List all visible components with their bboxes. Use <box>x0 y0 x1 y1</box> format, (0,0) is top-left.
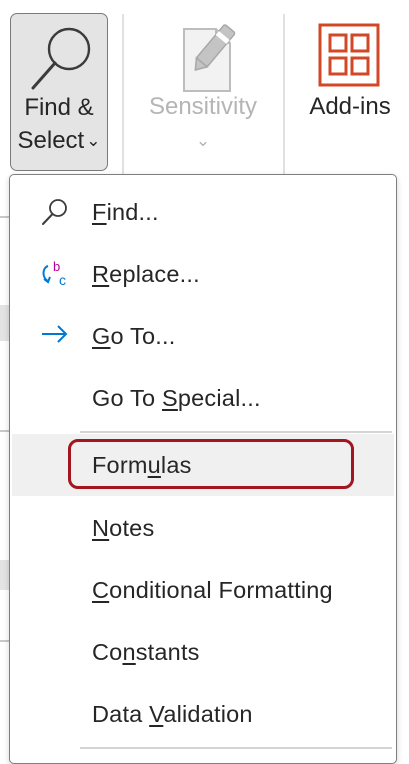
menu-item-label: Find... <box>92 199 159 225</box>
ribbon-editing-group: Find & Select ⌄ Sensitivity ⌄ Add-ins <box>0 0 409 178</box>
menu-separator <box>80 747 392 749</box>
ribbon-divider <box>283 14 285 176</box>
arrow-right-icon <box>42 325 68 343</box>
menu-item-data-validation[interactable]: Data Validation <box>12 683 394 745</box>
menu-item-label: Notes <box>92 515 155 541</box>
menu-item-label: Go To... <box>92 323 176 349</box>
addins-button[interactable]: Add-ins <box>294 13 406 171</box>
menu-item-label: Conditional Formatting <box>92 577 333 603</box>
magnifier-icon <box>31 27 91 90</box>
find-select-menu: Find... b c Replace... Go To... Go To Sp… <box>9 174 397 764</box>
replace-icon: b c <box>42 259 66 288</box>
menu-item-goto-special[interactable]: Go To Special... <box>12 367 394 429</box>
menu-item-label: Replace... <box>92 261 200 287</box>
ribbon-divider <box>122 14 124 176</box>
find-select-button[interactable]: Find & Select ⌄ <box>10 13 108 171</box>
menu-item-label: Go To Special... <box>92 385 261 411</box>
addins-grid-icon <box>318 23 380 87</box>
menu-item-replace[interactable]: b c Replace... <box>12 243 394 305</box>
find-select-label-line1: Find & <box>24 94 94 121</box>
chevron-down-icon: ⌄ <box>195 131 211 150</box>
menu-item-constants[interactable]: Constants <box>12 621 394 683</box>
menu-separator <box>80 431 392 433</box>
sensitivity-label: Sensitivity <box>148 93 258 120</box>
selection-highlight-box <box>68 439 354 489</box>
menu-item-conditional-formatting[interactable]: Conditional Formatting <box>12 559 394 621</box>
menu-item-goto[interactable]: Go To... <box>12 305 394 367</box>
menu-item-label: Constants <box>92 639 200 665</box>
svg-text:c: c <box>59 272 66 288</box>
sensitivity-label-icon <box>183 24 236 92</box>
find-select-label-line2: Select ⌄ <box>17 127 101 154</box>
menu-item-notes[interactable]: Notes <box>12 497 394 559</box>
search-icon <box>42 199 67 225</box>
menu-item-label: Data Validation <box>92 701 253 727</box>
chevron-down-icon: ⌄ <box>86 131 101 150</box>
menu-item-find[interactable]: Find... <box>12 181 394 243</box>
addins-label: Add-ins <box>309 93 391 120</box>
sensitivity-button[interactable]: Sensitivity ⌄ <box>128 13 278 171</box>
